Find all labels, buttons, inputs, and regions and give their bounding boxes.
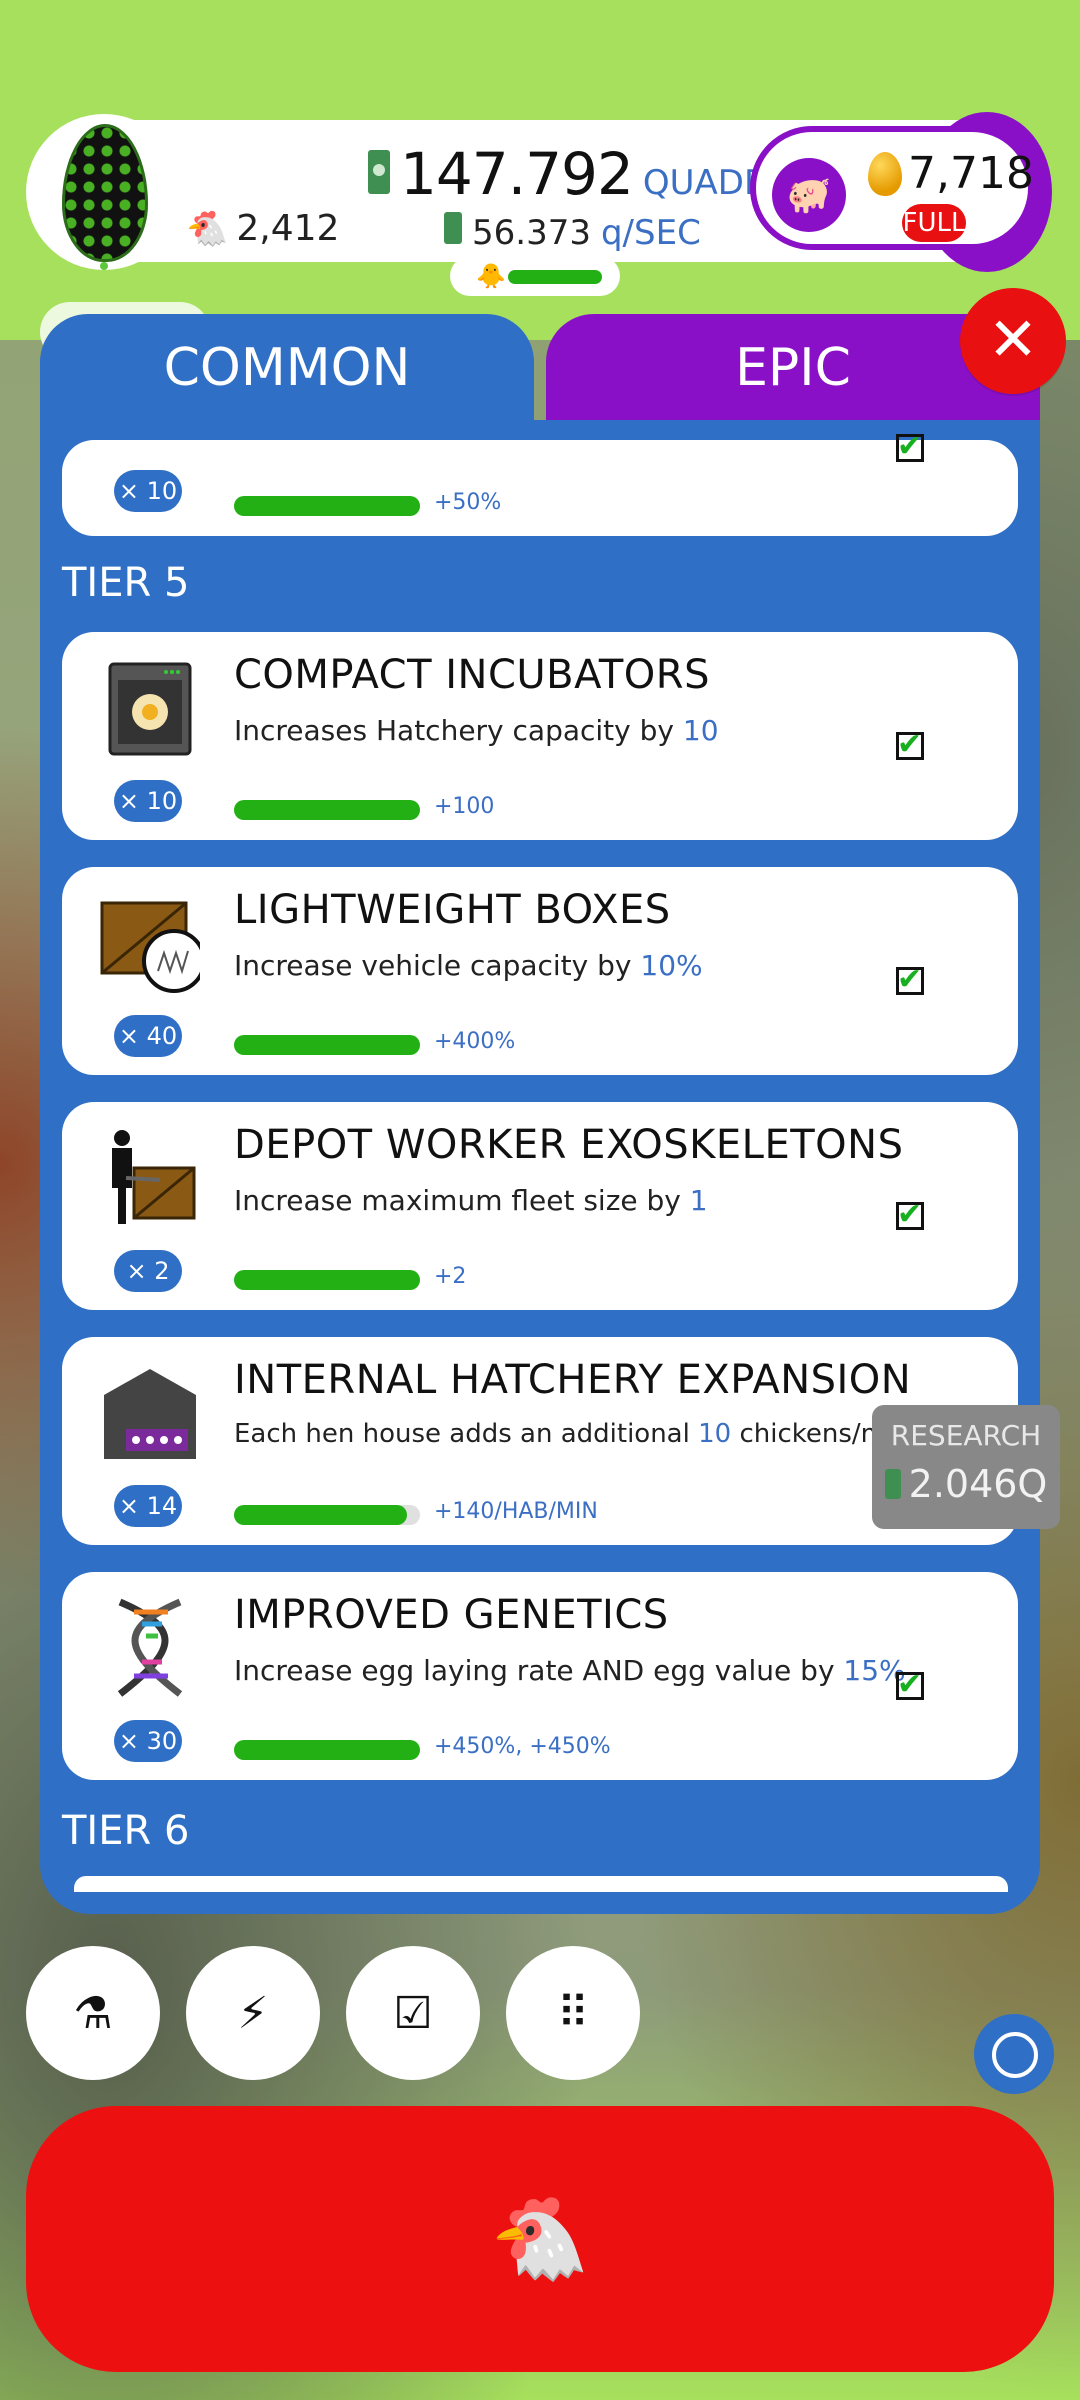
hen-house-icon [104, 1369, 196, 1459]
research-progress-bar [234, 800, 420, 820]
completed-checkbox [896, 727, 924, 762]
close-icon: ✕ [987, 305, 1039, 375]
research-card-internal-hatchery-expansion[interactable]: × 14 INTERNAL HATCHERY EXPANSION Each he… [62, 1337, 1060, 1545]
chick-icon: 🐥 [476, 262, 506, 290]
multiplier-badge: × 14 [114, 1485, 182, 1527]
research-progress-fill [234, 1505, 407, 1525]
research-card-lightweight-boxes[interactable]: × 40 LIGHTWEIGHT BOXES Increase vehicle … [62, 867, 1018, 1075]
research-bonus: +450%, +450% [434, 1734, 611, 1759]
research-title: LIGHTWEIGHT BOXES [234, 887, 671, 933]
cash-icon [884, 1469, 901, 1499]
multiplier-badge: × 30 [114, 1720, 182, 1762]
research-description: Increases Hatchery capacity by 10 [234, 714, 719, 747]
flask-icon: ⚗ [73, 1987, 113, 2039]
multiplier-badge: × 2 [114, 1250, 182, 1292]
research-progress-bar [234, 1270, 420, 1290]
chicken-count: 🐔 2,412 [186, 208, 339, 249]
golden-egg-icon [868, 152, 902, 196]
close-button[interactable]: ✕ [960, 288, 1066, 394]
money-value: 147.792 [400, 140, 634, 208]
cash-icon [368, 150, 390, 194]
missions-button[interactable]: ☑ [346, 1946, 480, 2080]
research-bonus: +140/HAB/MIN [434, 1499, 598, 1524]
box-scale-icon [100, 901, 200, 993]
completed-checkbox [896, 429, 924, 464]
dna-icon [117, 1598, 183, 1697]
research-title: IMPROVED GENETICS [234, 1592, 669, 1638]
research-progress-bar [234, 1740, 420, 1760]
research-description: Each hen house adds an additional 10 chi… [234, 1419, 910, 1449]
completed-checkbox [896, 1197, 924, 1232]
research-progress-bar [234, 1035, 420, 1055]
research-bonus: +100 [434, 794, 495, 819]
earning-rate: 56.373 q/SEC [444, 212, 701, 253]
bank-full-badge: FULL [902, 204, 966, 242]
multiplier-badge: × 10 [114, 780, 182, 822]
research-card-partial[interactable]: × 10 +50% [62, 429, 1018, 536]
research-bonus: +2 [434, 1264, 467, 1289]
rate-unit: q/SEC [600, 213, 701, 253]
lightning-icon: ⚡ [237, 1987, 269, 2039]
rate-value: 56.373 [472, 213, 591, 253]
tab-common[interactable]: COMMON [40, 314, 534, 434]
egg-indicator-dot [100, 262, 108, 270]
chicken-icon: 🐔 [490, 2192, 590, 2285]
tier-label: TIER 5 [62, 560, 190, 606]
research-title: DEPOT WORKER EXOSKELETONS [234, 1122, 904, 1168]
research-bonus: +50% [434, 490, 502, 515]
research-title: COMPACT INCUBATORS [234, 652, 710, 698]
chicken-count-value: 2,412 [236, 208, 340, 249]
completed-checkbox [896, 1667, 924, 1702]
next-card-preview [74, 1876, 1008, 1892]
menu-button[interactable]: ⠿ [506, 1946, 640, 2080]
research-description: Increase maximum fleet size by 1 [234, 1184, 708, 1217]
checklist-icon: ☑ [393, 1987, 433, 2039]
research-button[interactable]: RESEARCH 2.046Q [872, 1405, 1060, 1529]
multiplier-badge: × 40 [114, 1015, 182, 1057]
tier-label: TIER 6 [62, 1808, 190, 1854]
exoskeleton-worker-icon [112, 1130, 196, 1224]
completed-checkbox [896, 962, 924, 997]
cash-rate-icon [444, 212, 462, 244]
research-price: 2.046Q [872, 1462, 1060, 1506]
research-card-compact-incubators[interactable]: × 10 COMPACT INCUBATORS Increases Hatche… [62, 632, 1018, 840]
research-progress-bar [234, 496, 420, 516]
research-title: INTERNAL HATCHERY EXPANSION [234, 1357, 912, 1403]
chicken-run-bar [508, 270, 602, 284]
settings-button[interactable] [974, 2014, 1054, 2094]
boosts-button[interactable]: ⚡ [186, 1946, 320, 2080]
research-button-label: RESEARCH [890, 1419, 1042, 1452]
research-card-improved-genetics[interactable]: × 30 IMPROVED GENETICS Increase egg layi… [62, 1572, 1018, 1780]
research-bonus: +400% [434, 1029, 516, 1054]
grid-menu-icon: ⠿ [556, 1987, 590, 2039]
hatch-chicken-button[interactable]: 🐔 [26, 2106, 1054, 2372]
golden-egg-count: 7,718 [908, 148, 1034, 199]
chicken-icon: 🐔 [186, 208, 229, 249]
research-lab-button[interactable]: ⚗ [26, 1946, 160, 2080]
research-description: Increase vehicle capacity by 10% [234, 949, 703, 982]
research-progress-bar [234, 1505, 420, 1525]
piggy-bank-icon[interactable]: 🐖 [772, 158, 846, 232]
incubator-icon [108, 662, 192, 756]
multiplier-badge: × 10 [114, 470, 182, 512]
research-description: Increase egg laying rate AND egg value b… [234, 1654, 906, 1687]
research-card-depot-worker-exoskeletons[interactable]: × 2 DEPOT WORKER EXOSKELETONS Increase m… [62, 1102, 1018, 1310]
